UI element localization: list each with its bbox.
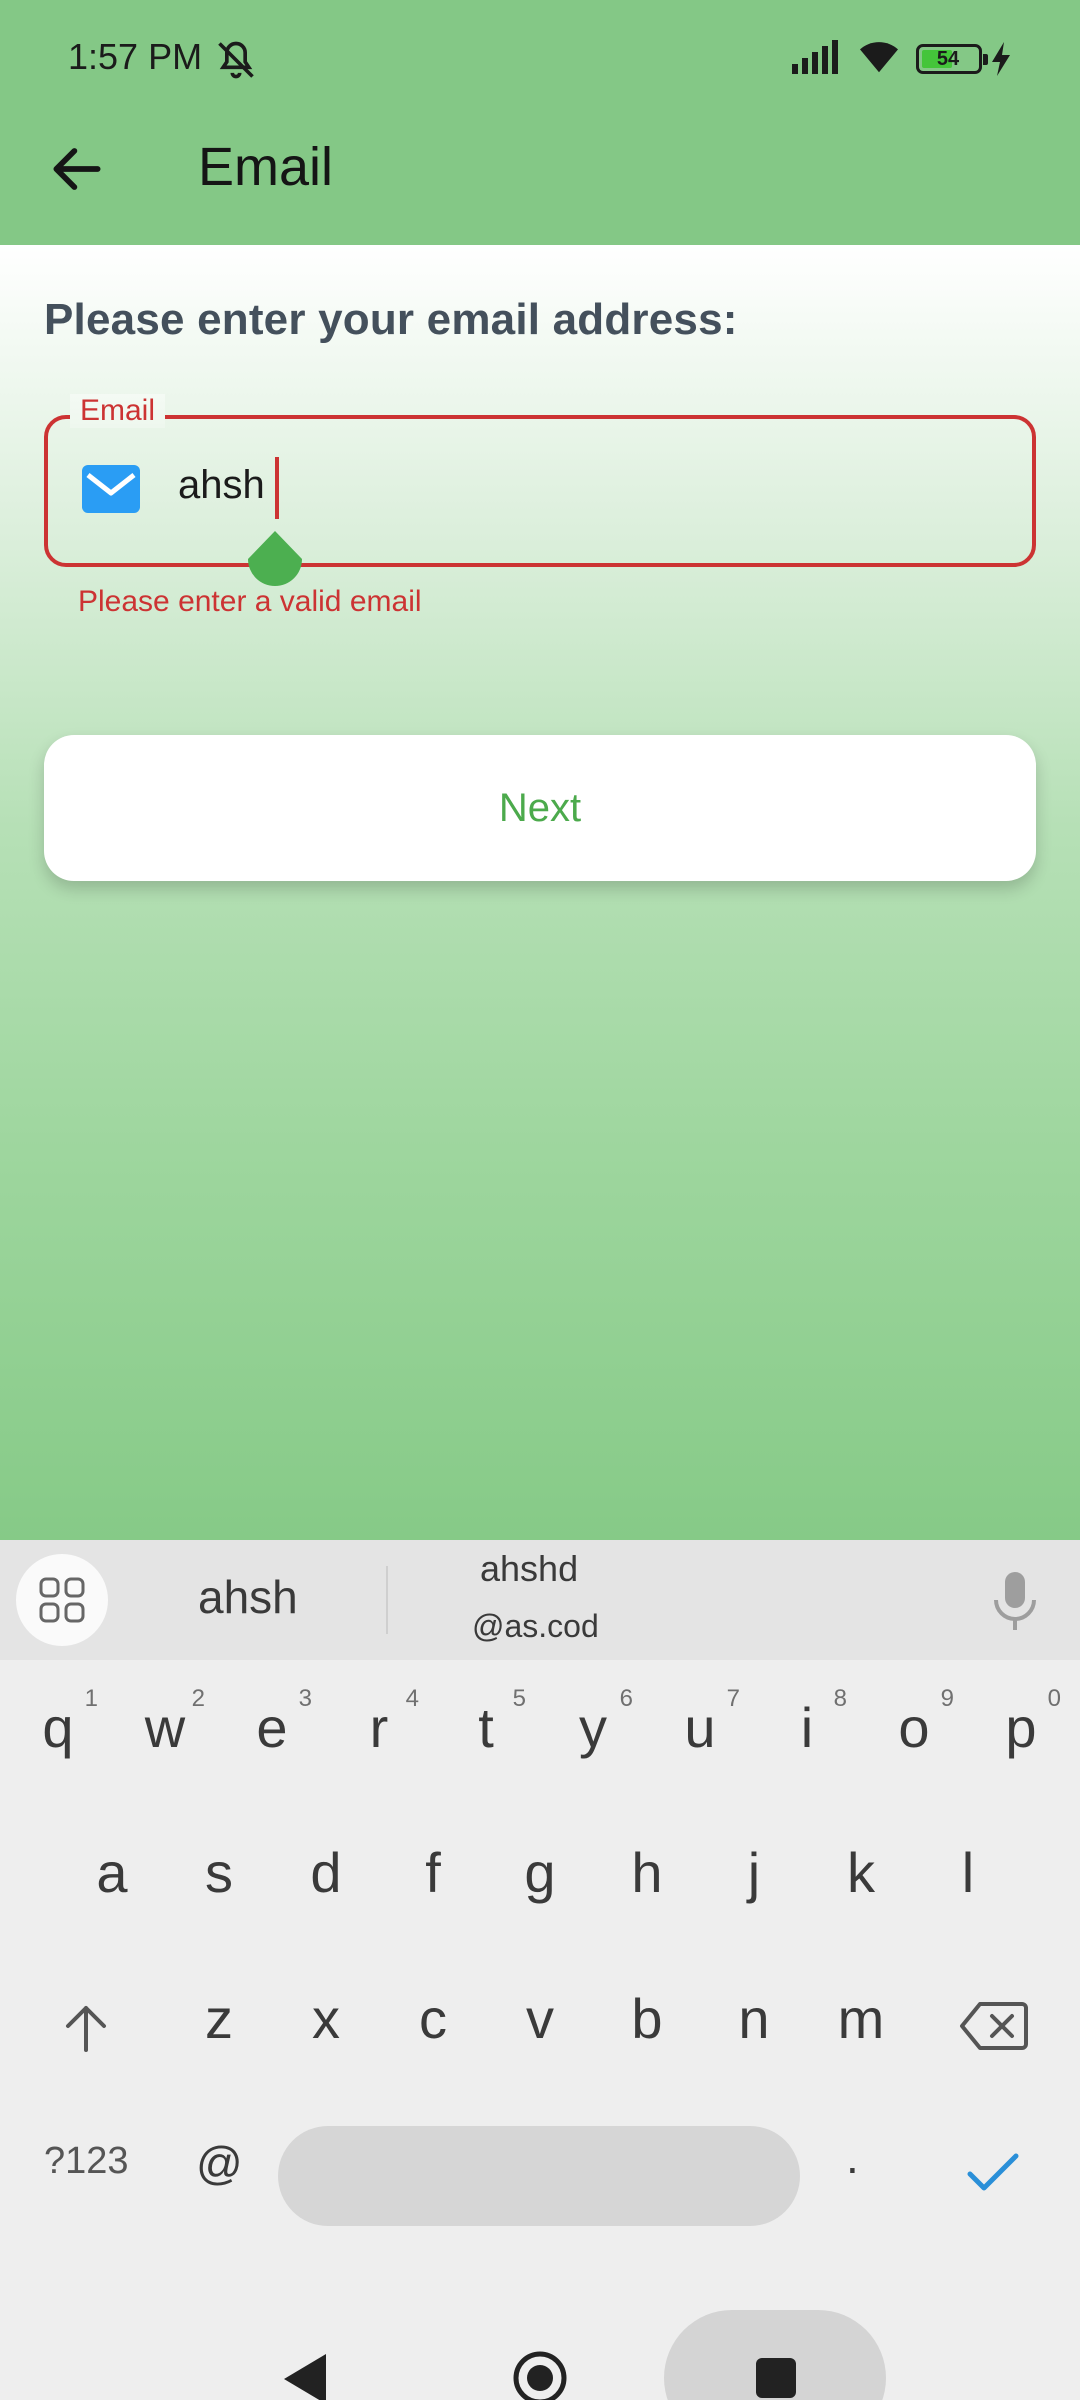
at-key[interactable]: @	[196, 2136, 243, 2190]
cursor-handle[interactable]	[244, 529, 306, 591]
page-title: Email	[198, 137, 334, 197]
key-x[interactable]: x	[276, 1986, 376, 2051]
system-nav-bar	[0, 2280, 1080, 2400]
status-bar: 1:57 PM 54	[0, 0, 1080, 120]
soft-keyboard: ahsh ahshd @as.cod q1 w2 e3 r4 t5 y6 u7 …	[0, 1540, 1080, 2400]
main-content: Please enter your email address: Email a…	[0, 245, 1080, 1540]
key-l[interactable]: l	[918, 1840, 1018, 1905]
key-z[interactable]: z	[169, 1986, 269, 2051]
nav-recents-icon	[756, 2358, 796, 2398]
suggestion-strip: ahsh ahshd @as.cod	[0, 1540, 1080, 1660]
key-r[interactable]: r4	[329, 1685, 429, 1760]
key-p[interactable]: p0	[971, 1685, 1071, 1760]
email-field[interactable]: Email ahsh	[44, 394, 1036, 567]
key-h[interactable]: h	[597, 1840, 697, 1905]
key-g[interactable]: g	[490, 1840, 590, 1905]
checkmark-icon[interactable]	[966, 2150, 1020, 2194]
bell-off-icon	[218, 41, 254, 79]
next-button[interactable]: Next	[44, 735, 1036, 881]
period-key[interactable]: .	[846, 2130, 859, 2184]
shift-icon[interactable]	[56, 1998, 116, 2058]
email-error-text: Please enter a valid email	[78, 585, 422, 618]
key-m[interactable]: m	[811, 1986, 911, 2051]
key-u[interactable]: u7	[650, 1685, 750, 1760]
signal-icon	[792, 40, 838, 74]
email-input-value[interactable]: ahsh	[178, 463, 265, 508]
text-cursor	[275, 457, 279, 519]
charging-bolt-icon	[992, 42, 1010, 76]
key-s[interactable]: s	[169, 1840, 269, 1905]
key-d[interactable]: d	[276, 1840, 376, 1905]
email-prompt: Please enter your email address:	[44, 295, 738, 344]
nav-home-icon[interactable]	[512, 2350, 568, 2400]
email-field-label: Email	[70, 394, 166, 428]
wifi-icon	[860, 42, 898, 73]
key-f[interactable]: f	[383, 1840, 483, 1905]
key-k[interactable]: k	[811, 1840, 911, 1905]
microphone-icon[interactable]	[990, 1570, 1040, 1632]
key-e[interactable]: e3	[222, 1685, 322, 1760]
key-o[interactable]: o9	[864, 1685, 964, 1760]
key-c[interactable]: c	[383, 1986, 483, 2051]
space-bar[interactable]	[278, 2126, 800, 2226]
arrow-left-icon[interactable]	[46, 138, 108, 200]
key-t[interactable]: t5	[436, 1685, 536, 1760]
key-j[interactable]: j	[704, 1840, 804, 1905]
suggestion-primary[interactable]: ahsh	[198, 1570, 298, 1624]
suggestion-secondary-top[interactable]: ahshd	[480, 1548, 578, 1590]
key-i[interactable]: i8	[757, 1685, 857, 1760]
key-w[interactable]: w2	[115, 1685, 215, 1760]
backspace-icon[interactable]	[958, 1998, 1030, 2054]
battery-level: 54	[936, 48, 960, 70]
keyboard-menu-button[interactable]	[16, 1554, 108, 1646]
top-bar: 1:57 PM 54 Email	[0, 0, 1080, 245]
key-b[interactable]: b	[597, 1986, 697, 2051]
key-n[interactable]: n	[704, 1986, 804, 2051]
battery-nub	[983, 54, 988, 65]
grid-icon	[39, 1577, 85, 1623]
mail-icon	[82, 465, 140, 513]
symbols-key[interactable]: ?123	[44, 2140, 129, 2183]
key-y[interactable]: y6	[543, 1685, 643, 1760]
suggestion-secondary-bottom[interactable]: @as.cod	[472, 1608, 599, 1645]
battery-icon: 54	[916, 44, 988, 74]
key-v[interactable]: v	[490, 1986, 590, 2051]
status-time: 1:57 PM	[68, 36, 203, 77]
suggestion-divider	[386, 1566, 388, 1634]
key-q[interactable]: q1	[8, 1685, 108, 1760]
key-a[interactable]: a	[62, 1840, 162, 1905]
nav-back-icon[interactable]	[282, 2352, 328, 2400]
